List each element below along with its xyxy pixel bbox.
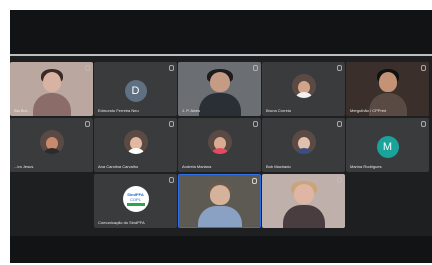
bottom-bar	[10, 236, 432, 263]
participant-photo	[291, 74, 316, 98]
participant-tile[interactable]: Bob Machado	[262, 118, 345, 172]
microphone-icon	[337, 177, 342, 183]
microphone-icon	[253, 121, 258, 127]
participant-tile[interactable]: Andreia Mariana	[178, 118, 261, 172]
participant-name: Bob Machado	[266, 164, 291, 169]
microphone-icon	[337, 65, 342, 71]
microphone-icon	[169, 121, 174, 127]
participant-name: Edmundo Ferreira Neu	[98, 108, 139, 113]
microphone-icon	[169, 177, 174, 183]
microphone-icon	[337, 121, 342, 127]
microphone-icon	[85, 65, 90, 71]
participant-photo	[39, 130, 64, 154]
microphone-icon	[253, 65, 258, 71]
participant-name: Bruna Correia	[266, 108, 291, 113]
participant-name: Andreia Mariana	[182, 164, 212, 169]
top-bar-divider	[10, 54, 432, 56]
participant-tile[interactable]: ...ira Jesus	[10, 118, 93, 172]
participant-tile[interactable]	[262, 174, 345, 228]
microphone-icon	[252, 178, 257, 184]
participant-tile[interactable]: Bruna Correia	[262, 62, 345, 116]
participant-tile[interactable]: D Edmundo Ferreira Neu	[94, 62, 177, 116]
participant-name: Bia Bor...	[14, 108, 31, 113]
participant-tile[interactable]: J. P. Alves	[178, 62, 261, 116]
video-conference-window: Bia Bor... D Edmundo Ferreira Neu J. P. …	[10, 10, 432, 263]
avatar-initial: D	[131, 85, 140, 97]
top-bar	[10, 10, 432, 54]
participant-name: Comunicação do SindPFA	[98, 220, 145, 225]
logo-bar	[126, 203, 145, 206]
participant-name: Marina Rodrigues	[350, 164, 382, 169]
participant-photo	[123, 130, 148, 154]
microphone-icon	[85, 121, 90, 127]
participant-tile[interactable]: SindPFA COPL Comunicação do SindPFA	[94, 174, 177, 228]
organization-logo: SindPFA COPL	[122, 186, 149, 212]
participant-photo	[291, 130, 316, 154]
participant-name: Mergulhão / CPPrint	[350, 108, 387, 113]
participant-photo	[207, 130, 232, 154]
participant-name: J. P. Alves	[182, 108, 201, 113]
microphone-icon	[421, 121, 426, 127]
logo-text-secondary: COPL	[130, 197, 141, 202]
participant-avatar: M	[376, 136, 399, 158]
participant-video	[179, 175, 260, 227]
participant-tile[interactable]: Ana Carolina Carvalho	[94, 118, 177, 172]
participant-tile[interactable]: Bia Bor...	[10, 62, 93, 116]
participant-tile[interactable]: M Marina Rodrigues	[346, 118, 429, 172]
participant-name: ...ira Jesus	[14, 164, 34, 169]
participant-video	[262, 174, 345, 228]
avatar-initial: M	[382, 141, 393, 153]
microphone-icon	[169, 65, 174, 71]
participant-tile-active-speaker[interactable]	[178, 174, 261, 228]
participant-name: Ana Carolina Carvalho	[98, 164, 139, 169]
microphone-icon	[421, 65, 426, 71]
participant-tile[interactable]: Mergulhão / CPPrint	[346, 62, 429, 116]
participant-avatar: D	[124, 80, 147, 102]
